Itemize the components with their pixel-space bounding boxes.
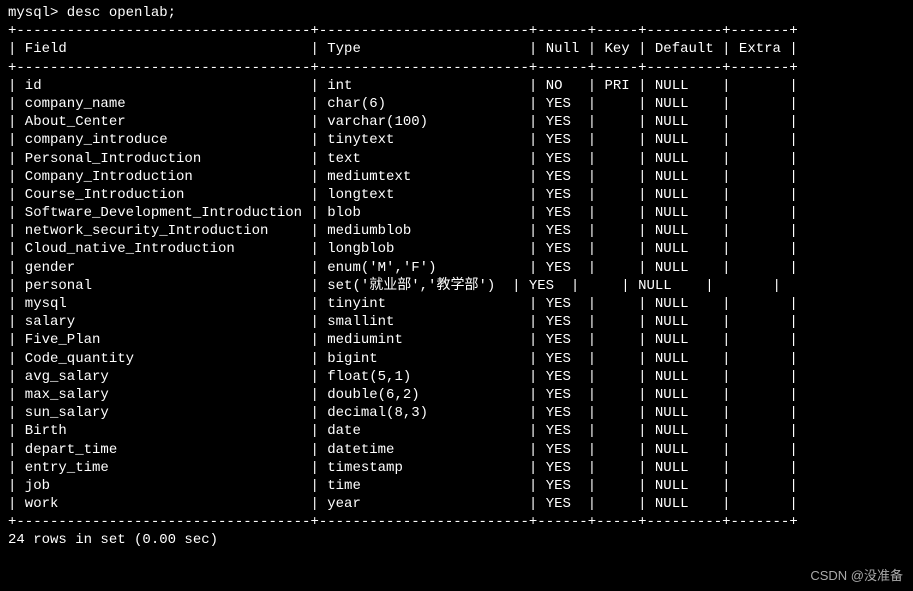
mysql-prompt[interactable]: mysql> desc openlab; [8, 4, 905, 22]
table-row: | work | year | YES | | NULL | | [8, 495, 905, 513]
table-row: | depart_time | datetime | YES | | NULL … [8, 441, 905, 459]
table-row: | Course_Introduction | longtext | YES |… [8, 186, 905, 204]
table-row: | Company_Introduction | mediumtext | YE… [8, 168, 905, 186]
table-row: | Cloud_native_Introduction | longblob |… [8, 240, 905, 258]
table-row: | gender | enum('M','F') | YES | | NULL … [8, 259, 905, 277]
table-row: | About_Center | varchar(100) | YES | | … [8, 113, 905, 131]
table-row: | Personal_Introduction | text | YES | |… [8, 150, 905, 168]
table-row: | Code_quantity | bigint | YES | | NULL … [8, 350, 905, 368]
result-footer: 24 rows in set (0.00 sec) [8, 531, 905, 549]
table-row: | Birth | date | YES | | NULL | | [8, 422, 905, 440]
table-separator-top: +-----------------------------------+---… [8, 22, 905, 40]
watermark: CSDN @没准备 [810, 568, 903, 585]
table-row: | sun_salary | decimal(8,3) | YES | | NU… [8, 404, 905, 422]
table-header-row: | Field | Type | Null | Key | Default | … [8, 40, 905, 58]
table-row: | company_name | char(6) | YES | | NULL … [8, 95, 905, 113]
table-separator-mid: +-----------------------------------+---… [8, 59, 905, 77]
table-separator-bottom: +-----------------------------------+---… [8, 513, 905, 531]
table-row: | id | int | NO | PRI | NULL | | [8, 77, 905, 95]
table-row: | Five_Plan | mediumint | YES | | NULL |… [8, 331, 905, 349]
table-row: | network_security_Introduction | medium… [8, 222, 905, 240]
table-row: | Software_Development_Introduction | bl… [8, 204, 905, 222]
table-row: | max_salary | double(6,2) | YES | | NUL… [8, 386, 905, 404]
table-row: | salary | smallint | YES | | NULL | | [8, 313, 905, 331]
table-row: | avg_salary | float(5,1) | YES | | NULL… [8, 368, 905, 386]
table-row: | company_introduce | tinytext | YES | |… [8, 131, 905, 149]
table-row: | personal | set('就业部','教学部') | YES | | … [8, 277, 905, 295]
table-body: | id | int | NO | PRI | NULL | || compan… [8, 77, 905, 514]
table-row: | entry_time | timestamp | YES | | NULL … [8, 459, 905, 477]
table-row: | job | time | YES | | NULL | | [8, 477, 905, 495]
table-row: | mysql | tinyint | YES | | NULL | | [8, 295, 905, 313]
